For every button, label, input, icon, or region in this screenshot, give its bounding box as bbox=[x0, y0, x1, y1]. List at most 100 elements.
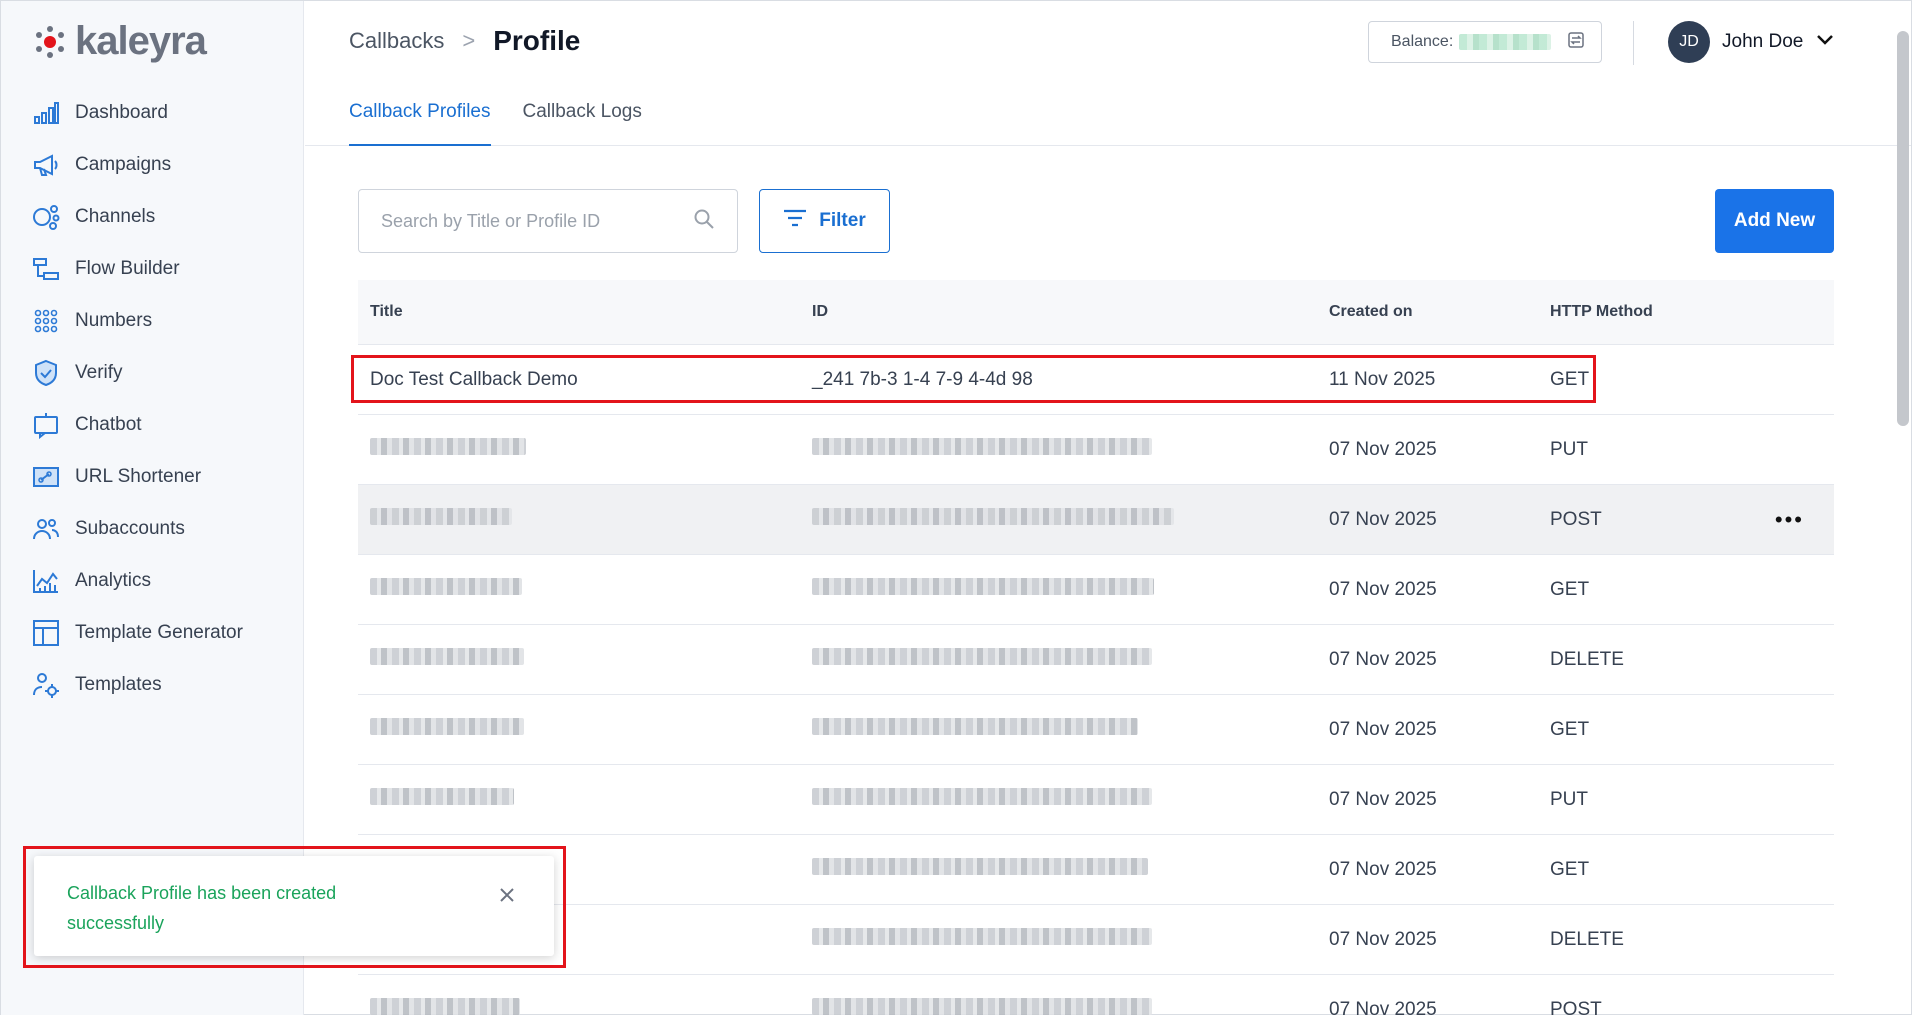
sidebar-item-flow-builder[interactable]: Flow Builder bbox=[31, 243, 243, 295]
row-http-method: GET bbox=[1550, 578, 1590, 600]
toast-message: Callback Profile has been created succes… bbox=[67, 883, 337, 933]
row-http-method: GET bbox=[1550, 718, 1590, 740]
column-header-created-on: Created on bbox=[1329, 303, 1413, 320]
row-title-redacted bbox=[358, 998, 800, 1015]
sidebar-item-label: Dashboard bbox=[75, 102, 168, 123]
kaleyra-logo[interactable]: kaleyra bbox=[33, 19, 207, 64]
table-row[interactable]: Doc Test Callback Demo _241 7b-3 1-4 7-9… bbox=[358, 345, 1834, 415]
sidebar-item-label: Subaccounts bbox=[75, 518, 185, 539]
row-title-redacted bbox=[358, 788, 800, 811]
row-created-on: 07 Nov 2025 bbox=[1329, 928, 1437, 950]
table-row[interactable]: 07 Nov 2025 PUT bbox=[358, 765, 1834, 835]
sidebar-item-subaccounts[interactable]: Subaccounts bbox=[31, 503, 243, 555]
sidebar-item-channels[interactable]: Channels bbox=[31, 191, 243, 243]
sidebar-item-url-shortener[interactable]: URL Shortener bbox=[31, 451, 243, 503]
sidebar-item-templates[interactable]: Templates bbox=[31, 659, 243, 711]
layout-icon bbox=[31, 618, 61, 648]
row-title-redacted bbox=[358, 718, 800, 741]
row-id-redacted bbox=[800, 438, 1317, 461]
row-http-method: DELETE bbox=[1550, 648, 1624, 670]
row-id-redacted bbox=[800, 718, 1317, 741]
close-icon[interactable] bbox=[498, 886, 516, 909]
row-id-partially-redacted: _241 7b-3 1-4 7-9 4-4d 98 bbox=[812, 368, 1033, 390]
user-menu[interactable]: JD John Doe bbox=[1668, 21, 1835, 63]
tab-bar: Callback Profiles Callback Logs bbox=[349, 87, 642, 146]
table-row[interactable]: 07 Nov 2025 DELETE bbox=[358, 905, 1834, 975]
app-window: kaleyra Dashboard Campaigns Channels Flo… bbox=[0, 0, 1912, 1015]
sidebar-item-template-generator[interactable]: Template Generator bbox=[31, 607, 243, 659]
row-http-method: GET bbox=[1550, 368, 1590, 390]
row-title-redacted bbox=[358, 648, 800, 671]
table-row[interactable]: 07 Nov 2025 GET bbox=[358, 555, 1834, 625]
flow-icon bbox=[31, 254, 61, 284]
sidebar-item-label: Campaigns bbox=[75, 154, 172, 175]
kaleyra-logo-icon bbox=[36, 25, 64, 58]
column-header-id: ID bbox=[812, 303, 828, 320]
sidebar-nav: Dashboard Campaigns Channels Flow Builde… bbox=[31, 87, 243, 711]
row-http-method: POST bbox=[1550, 508, 1602, 530]
shield-check-icon bbox=[31, 358, 61, 388]
row-title-redacted bbox=[358, 578, 800, 601]
column-header-http-method: HTTP Method bbox=[1550, 303, 1653, 320]
sidebar-item-label: Flow Builder bbox=[75, 258, 180, 279]
table-row[interactable]: 07 Nov 2025 POST ••• bbox=[358, 485, 1834, 555]
user-name: John Doe bbox=[1722, 31, 1804, 52]
avatar: JD bbox=[1668, 21, 1710, 63]
sidebar-item-label: Analytics bbox=[75, 570, 152, 591]
row-id-redacted bbox=[800, 648, 1317, 671]
sidebar-item-analytics[interactable]: Analytics bbox=[31, 555, 243, 607]
breadcrumb: Callbacks > Profile bbox=[349, 25, 580, 57]
sidebar-item-campaigns[interactable]: Campaigns bbox=[31, 139, 243, 191]
sidebar-item-chatbot[interactable]: Chatbot bbox=[31, 399, 243, 451]
row-title: Doc Test Callback Demo bbox=[370, 368, 578, 390]
sidebar-item-label: URL Shortener bbox=[75, 466, 202, 487]
table-row[interactable]: 07 Nov 2025 DELETE bbox=[358, 625, 1834, 695]
row-id-redacted bbox=[800, 578, 1317, 601]
search-input[interactable] bbox=[381, 210, 693, 232]
table-row[interactable]: 07 Nov 2025 GET bbox=[358, 695, 1834, 765]
balance-widget: Balance: bbox=[1368, 21, 1602, 63]
sidebar-item-label: Verify bbox=[75, 362, 123, 383]
row-id-redacted bbox=[800, 928, 1317, 951]
sidebar-item-label: Chatbot bbox=[75, 414, 142, 435]
row-http-method: POST bbox=[1550, 998, 1602, 1015]
scrollbar-thumb[interactable] bbox=[1897, 31, 1909, 426]
table-row[interactable]: 07 Nov 2025 PUT bbox=[358, 415, 1834, 485]
filter-button-label: Filter bbox=[819, 210, 866, 231]
sidebar-item-verify[interactable]: Verify bbox=[31, 347, 243, 399]
users-icon bbox=[31, 514, 61, 544]
row-id: _241 7b-3 1-4 7-9 4-4d 98 bbox=[800, 369, 1317, 391]
sidebar-item-numbers[interactable]: Numbers bbox=[31, 295, 243, 347]
sidebar-item-dashboard[interactable]: Dashboard bbox=[31, 87, 243, 139]
row-created-on: 07 Nov 2025 bbox=[1329, 858, 1437, 880]
sidebar-item-label: Templates bbox=[75, 674, 162, 695]
filter-button[interactable]: Filter bbox=[759, 189, 890, 253]
row-created-on: 11 Nov 2025 bbox=[1329, 368, 1436, 390]
add-new-button[interactable]: Add New bbox=[1715, 189, 1834, 253]
row-http-method: PUT bbox=[1550, 438, 1588, 460]
chevron-right-icon: > bbox=[462, 28, 476, 53]
row-created-on: 07 Nov 2025 bbox=[1329, 438, 1437, 460]
tab-callback-logs[interactable]: Callback Logs bbox=[523, 87, 642, 146]
header-divider bbox=[1633, 21, 1634, 65]
refresh-balance-icon[interactable] bbox=[1567, 31, 1585, 54]
search-icon[interactable] bbox=[693, 208, 715, 235]
row-more-actions-icon[interactable]: ••• bbox=[1775, 507, 1804, 533]
channels-icon bbox=[31, 202, 61, 232]
page-title: Profile bbox=[493, 25, 581, 56]
breadcrumb-callbacks-link[interactable]: Callbacks bbox=[349, 28, 444, 54]
sidebar-item-label: Template Generator bbox=[75, 622, 243, 643]
column-header-title: Title bbox=[370, 303, 403, 320]
row-created-on: 07 Nov 2025 bbox=[1329, 718, 1437, 740]
row-created-on: 07 Nov 2025 bbox=[1329, 648, 1437, 670]
tab-callback-profiles[interactable]: Callback Profiles bbox=[349, 87, 491, 146]
chatbot-icon bbox=[31, 410, 61, 440]
search-box bbox=[358, 189, 738, 253]
sidebar-item-label: Numbers bbox=[75, 310, 153, 331]
table-row[interactable]: 07 Nov 2025 GET bbox=[358, 835, 1834, 905]
chevron-down-icon[interactable] bbox=[1815, 33, 1835, 52]
balance-value-redacted bbox=[1459, 34, 1552, 50]
table-row[interactable]: 07 Nov 2025 POST bbox=[358, 975, 1834, 1015]
link-icon bbox=[31, 462, 61, 492]
row-title-redacted bbox=[358, 508, 800, 531]
